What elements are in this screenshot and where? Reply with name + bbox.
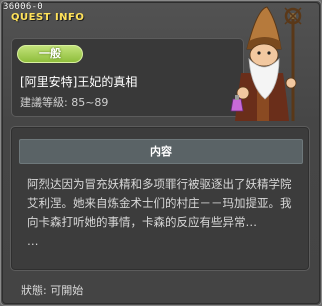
quest-summary-panel: 一般 [阿里安特]王妃的真相 建議等級: 85~89 xyxy=(11,38,244,117)
quest-name: [阿里安特]王妃的真相 xyxy=(20,75,138,89)
quest-id-label: 36006-0 xyxy=(3,2,44,12)
quest-description: 阿烈达因为冒充妖精和多项罪行被驱逐出了妖精学院艾利涅。她来自炼金术士们的村庄－－… xyxy=(27,175,297,251)
content-panel: 内容 阿烈达因为冒充妖精和多项罪行被驱逐出了妖精学院艾利涅。她来自炼金术士们的村… xyxy=(10,126,310,271)
recommended-level: 建議等級: 85~89 xyxy=(20,96,109,109)
wizard-npc-icon xyxy=(230,6,302,121)
content-header: 内容 xyxy=(19,139,303,164)
description-ellipsis: … xyxy=(27,234,39,248)
window-title: QUEST INFO xyxy=(11,12,85,23)
quest-info-window: 36006-0 QUEST INFO 一般 [阿里安特]王妃的真相 建議等級: … xyxy=(0,0,322,306)
category-badge: 一般 xyxy=(17,45,83,63)
quest-description-text: 阿烈达因为冒充妖精和多项罪行被驱逐出了妖精学院艾利涅。她来自炼金术士们的村庄－－… xyxy=(27,177,292,229)
quest-status: 狀態: 可開始 xyxy=(21,284,84,297)
